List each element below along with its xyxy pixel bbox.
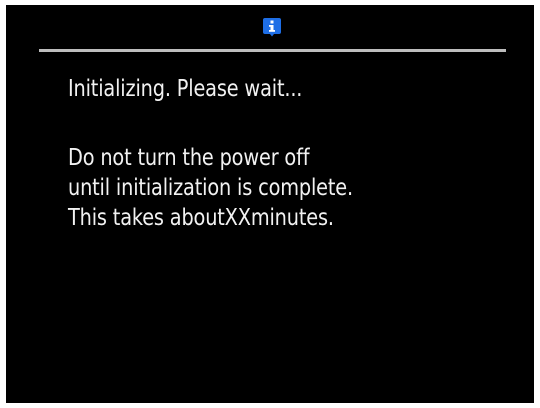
- status-message: Do not turn the power off until initiali…: [68, 143, 353, 233]
- message-line: until initialization is complete.: [68, 175, 353, 201]
- info-icon: [263, 18, 281, 37]
- message-line: Do not turn the power off: [68, 145, 310, 171]
- message-line: This takes aboutXXminutes.: [68, 205, 334, 231]
- printer-lcd-screen: Initializing. Please wait... Do not turn…: [6, 5, 534, 403]
- header-divider: [39, 49, 506, 52]
- status-title: Initializing. Please wait...: [68, 76, 303, 102]
